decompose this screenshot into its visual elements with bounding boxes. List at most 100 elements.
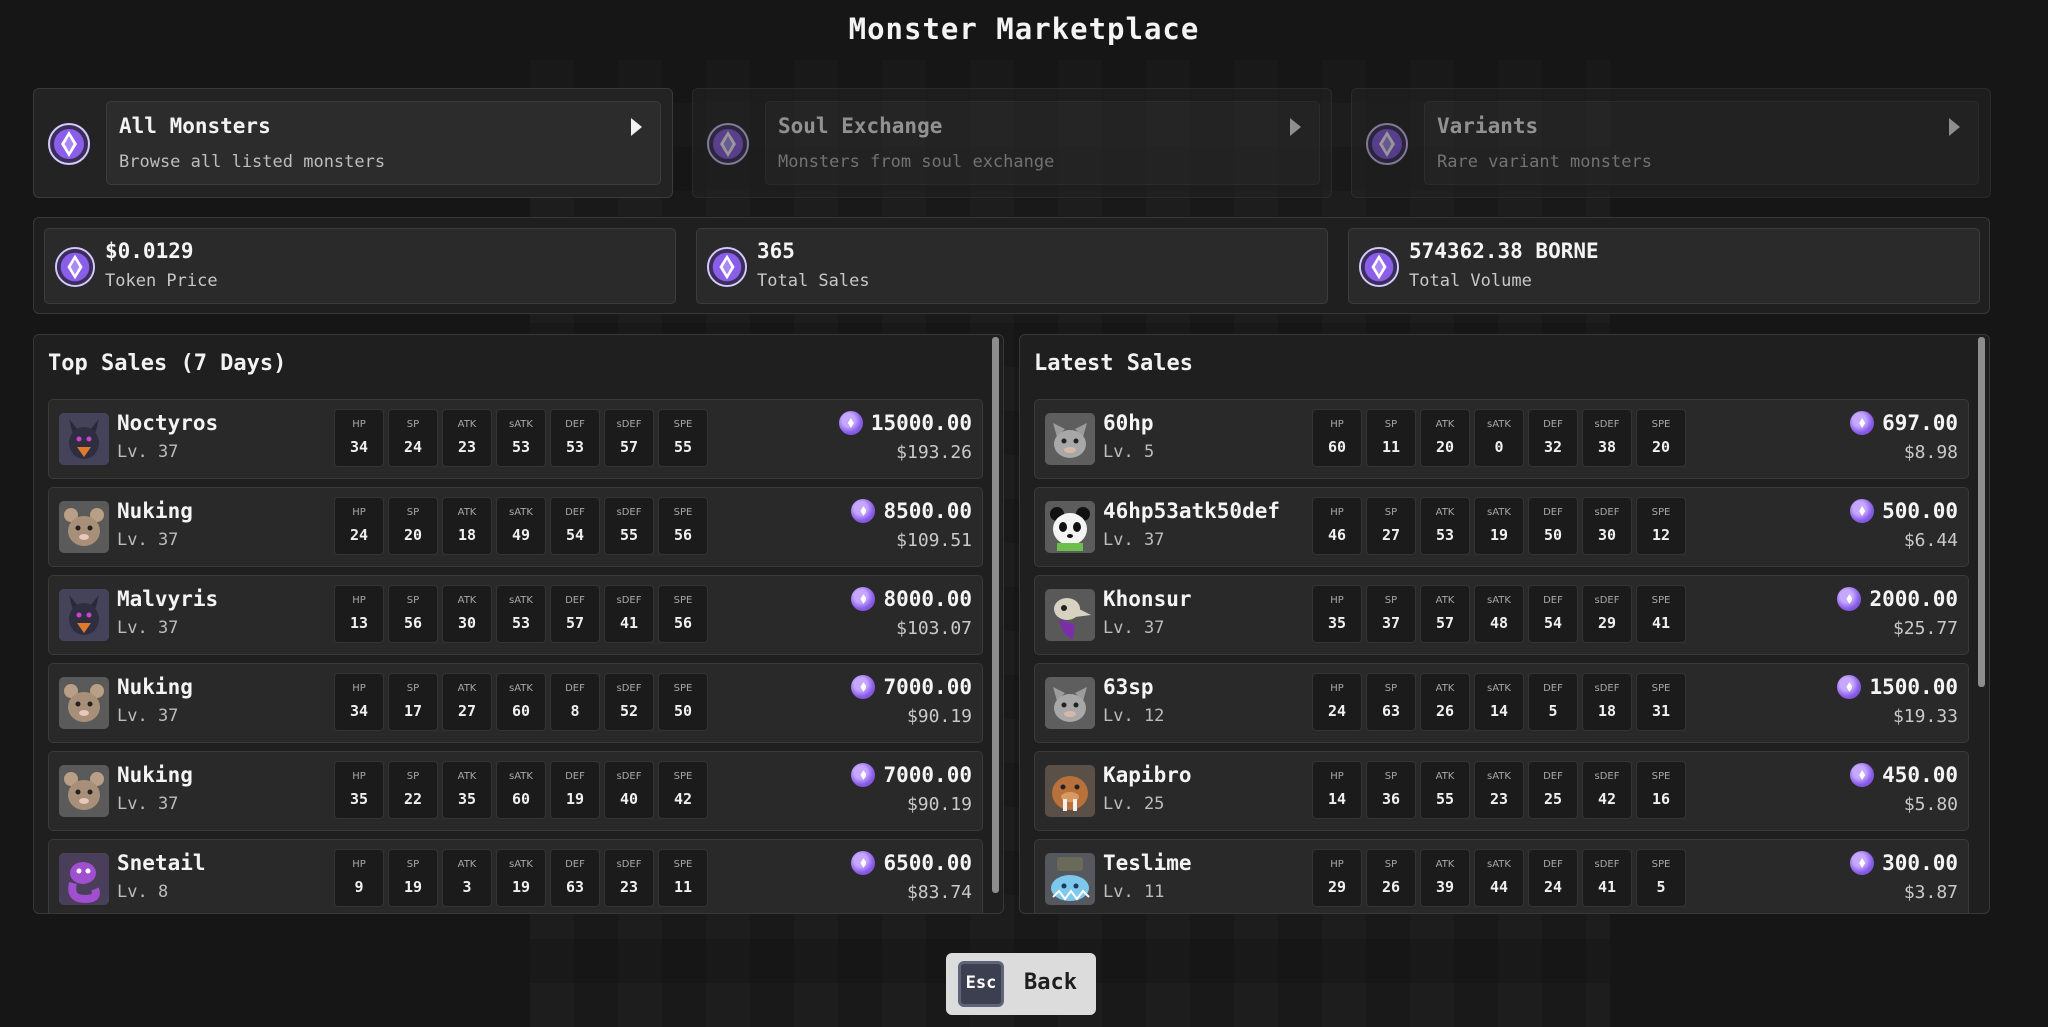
panel-title: Latest Sales xyxy=(1034,351,1193,376)
back-button[interactable]: Esc Back xyxy=(946,953,1096,1015)
stat-box-spe: SPE 56 xyxy=(658,585,708,643)
price: 300.00 xyxy=(1850,851,1958,875)
stat-label: SPE xyxy=(1651,771,1671,782)
gray-creature-icon xyxy=(1045,413,1095,465)
stat-label: DEF xyxy=(565,771,585,782)
scrollbar[interactable] xyxy=(1978,337,1985,687)
stat-value: 38 xyxy=(1597,438,1617,456)
stat-box-def: DEF 8 xyxy=(550,673,600,731)
stat-label: DEF xyxy=(1543,419,1563,430)
stat-label: sATK xyxy=(1487,419,1511,430)
category-soul-exchange[interactable]: Soul Exchange Monsters from soul exchang… xyxy=(692,88,1332,198)
category-name: Variants xyxy=(1437,114,1539,138)
stat-value: 42 xyxy=(1597,790,1617,808)
stat-box-sp: SP 56 xyxy=(388,585,438,643)
stat-label: DEF xyxy=(565,507,585,518)
stat-label: Total Volume xyxy=(1409,271,1532,291)
monster-name: 46hp53atk50def xyxy=(1103,499,1281,523)
stat-box-atk: ATK 55 xyxy=(1420,761,1470,819)
sale-row-snetail[interactable]: Snetail Lv. 8 HP 9 SP 19 ATK 3 sATK 19 DEF 63 sDEF 23… xyxy=(48,839,983,913)
stat-boxes: HP 35 SP 37 ATK 57 sATK 48 DEF 54 sDEF 29 SPE 41 xyxy=(1312,585,1686,643)
usd-price: $103.07 xyxy=(896,618,972,639)
stat-value: 27 xyxy=(1381,526,1401,544)
rat-icon xyxy=(59,501,109,553)
stat-label: ATK xyxy=(457,683,477,694)
scrollbar[interactable] xyxy=(992,337,999,893)
stat-token-price: $0.0129 Token Price xyxy=(44,228,676,304)
stat-value: 32 xyxy=(1543,438,1563,456)
stat-box-spe: SPE 56 xyxy=(658,497,708,555)
sale-row-malvyris[interactable]: Malvyris Lv. 37 HP 13 SP 56 ATK 30 sATK 53 DEF 57 sD… xyxy=(48,575,983,655)
stat-value: 11 xyxy=(1381,438,1401,456)
stat-box-hp: HP 34 xyxy=(334,409,384,467)
latest-sales-panel[interactable]: Latest Sales 60hp Lv. 5 HP 60 SP 11 ATK 20 sATK 0… xyxy=(1019,334,1990,914)
monster-name: Nuking xyxy=(117,499,193,523)
price: 6500.00 xyxy=(851,851,972,875)
monster-name: Malvyris xyxy=(117,587,219,611)
stat-value: 20 xyxy=(1651,438,1671,456)
stat-label: HP xyxy=(1330,419,1344,430)
stat-box-hp: HP 35 xyxy=(1312,585,1362,643)
stat-label: ATK xyxy=(457,595,477,606)
stat-value: 19 xyxy=(565,790,585,808)
monster-level: Lv. 37 xyxy=(117,794,179,814)
stat-value: 29 xyxy=(1597,614,1617,632)
stat-box-atk: ATK 30 xyxy=(442,585,492,643)
stat-label: sATK xyxy=(509,595,533,606)
sale-row-nuking[interactable]: Nuking Lv. 37 HP 24 SP 20 ATK 18 sATK 49 DEF 54 sDEF… xyxy=(48,487,983,567)
sale-row-khonsur[interactable]: Khonsur Lv. 37 HP 35 SP 37 ATK 57 sATK 48 DEF 54 sDE… xyxy=(1034,575,1969,655)
stat-label: sDEF xyxy=(616,507,642,518)
stat-label: SPE xyxy=(673,859,693,870)
sale-row-noctyros[interactable]: Noctyros Lv. 37 HP 34 SP 24 ATK 23 sATK 53 DEF 53 sD… xyxy=(48,399,983,479)
stat-label: SP xyxy=(1384,507,1398,518)
stat-box-sp: SP 36 xyxy=(1366,761,1416,819)
stat-label: SP xyxy=(406,683,420,694)
stat-box-sp: SP 22 xyxy=(388,761,438,819)
sale-row-kapibro[interactable]: Kapibro Lv. 25 HP 14 SP 36 ATK 55 sATK 23 DEF 25 sDE… xyxy=(1034,751,1969,831)
dark-bird-icon xyxy=(59,589,109,641)
stat-box-sdef: sDEF 55 xyxy=(604,497,654,555)
panel-title: Top Sales (7 Days) xyxy=(48,351,287,376)
category-all-monsters[interactable]: All Monsters Browse all listed monsters xyxy=(33,88,673,198)
stat-label: sATK xyxy=(509,419,533,430)
stat-box-hp: HP 35 xyxy=(334,761,384,819)
sale-row-nuking[interactable]: Nuking Lv. 37 HP 34 SP 17 ATK 27 sATK 60 DEF 8 sDEF 5… xyxy=(48,663,983,743)
category-variants[interactable]: Variants Rare variant monsters xyxy=(1351,88,1991,198)
stat-label: sDEF xyxy=(1594,859,1620,870)
stat-label: SPE xyxy=(1651,595,1671,606)
price: 697.00 xyxy=(1850,411,1958,435)
stat-boxes: HP 60 SP 11 ATK 20 sATK 0 DEF 32 sDEF 38 SPE 20 xyxy=(1312,409,1686,467)
monster-level: Lv. 37 xyxy=(117,530,179,550)
stat-label: ATK xyxy=(1435,683,1455,694)
stat-value: 39 xyxy=(1435,878,1455,896)
stat-value: 24 xyxy=(1327,702,1347,720)
stat-label: SPE xyxy=(673,595,693,606)
stat-box-def: DEF 25 xyxy=(1528,761,1578,819)
stat-label: SP xyxy=(406,771,420,782)
top-sales-panel[interactable]: Top Sales (7 Days) Noctyros Lv. 37 HP 34 SP 2… xyxy=(33,334,1004,914)
stat-label: sDEF xyxy=(1594,419,1620,430)
sale-row-60hp[interactable]: 60hp Lv. 5 HP 60 SP 11 ATK 20 sATK 0 DEF 32 sDEF 38 SP… xyxy=(1034,399,1969,479)
stat-value: 5 xyxy=(1548,702,1558,720)
sale-row-teslime[interactable]: Teslime Lv. 11 HP 29 SP 26 ATK 39 sATK 44 DEF 24 sDE… xyxy=(1034,839,1969,913)
stat-box-atk: ATK 23 xyxy=(442,409,492,467)
stat-box-atk: ATK 57 xyxy=(1420,585,1470,643)
stat-value: $0.0129 xyxy=(105,239,194,263)
stat-label: Total Sales xyxy=(757,271,870,291)
walrus-icon xyxy=(1045,765,1095,817)
stat-label: SPE xyxy=(1651,683,1671,694)
sale-row-46hp53atk50def[interactable]: 46hp53atk50def Lv. 37 HP 46 SP 27 ATK 53 sATK 19 D… xyxy=(1034,487,1969,567)
usd-price: $25.77 xyxy=(1892,618,1958,639)
stat-value: 29 xyxy=(1327,878,1347,896)
price: 15000.00 xyxy=(838,411,972,435)
monster-name: 63sp xyxy=(1103,675,1154,699)
sale-row-63sp[interactable]: 63sp Lv. 12 HP 24 SP 63 ATK 26 sATK 14 DEF 5 sDEF 18 S… xyxy=(1034,663,1969,743)
category-description: Rare variant monsters xyxy=(1437,152,1652,172)
stat-label: SPE xyxy=(1651,507,1671,518)
stat-value: 36 xyxy=(1381,790,1401,808)
stat-box-spe: SPE 31 xyxy=(1636,673,1686,731)
stat-value: 19 xyxy=(1489,526,1509,544)
sale-row-nuking[interactable]: Nuking Lv. 37 HP 35 SP 22 ATK 35 sATK 60 DEF 19 sDEF… xyxy=(48,751,983,831)
stat-value: 27 xyxy=(457,702,477,720)
monster-name: 60hp xyxy=(1103,411,1154,435)
